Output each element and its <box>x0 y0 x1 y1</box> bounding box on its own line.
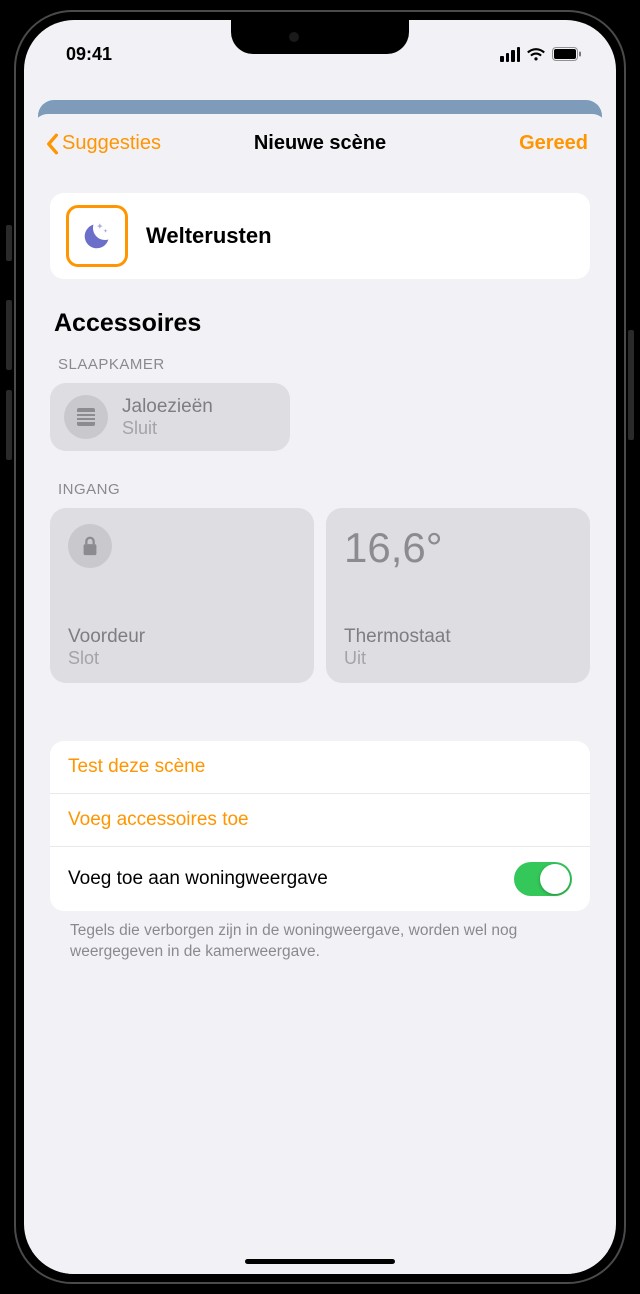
chevron-left-icon <box>44 133 60 155</box>
back-label: Suggesties <box>62 132 161 155</box>
back-button[interactable]: Suggesties <box>44 132 161 155</box>
nav-bar: Suggesties Nieuwe scène Gereed <box>32 118 608 165</box>
side-button-volume-down[interactable] <box>6 390 12 460</box>
accessory-tile-thermostat[interactable]: 16,6° Thermostaat Uit <box>326 508 590 683</box>
home-indicator[interactable] <box>245 1259 395 1264</box>
section-accessories-title: Accessoires <box>54 309 590 338</box>
tile-state: Sluit <box>122 418 213 439</box>
notch <box>231 20 409 54</box>
accessory-tile-blinds[interactable]: Jaloezieën Sluit <box>50 383 290 451</box>
cellular-icon <box>500 47 520 62</box>
group-label-entry: INGANG <box>58 481 590 498</box>
modal-sheet: Suggesties Nieuwe scène Gereed Welterust… <box>32 114 608 1274</box>
tile-name: Jaloezieën <box>122 396 213 418</box>
add-home-label: Voeg toe aan woningweergave <box>68 868 328 890</box>
add-accessories-button[interactable]: Voeg accessoires toe <box>50 794 590 847</box>
actions-card: Test deze scène Voeg accessoires toe Voe… <box>50 741 590 911</box>
test-scene-label: Test deze scène <box>68 756 205 778</box>
tile-name: Voordeur <box>68 626 296 648</box>
phone-frame: 09:41 Suggesties Nieuwe scèn <box>14 10 626 1284</box>
group-label-bedroom: SLAAPKAMER <box>58 356 590 373</box>
scene-icon-button[interactable] <box>66 205 128 267</box>
lock-icon <box>68 524 112 568</box>
status-time: 09:41 <box>66 44 112 65</box>
side-button-volume-up[interactable] <box>6 300 12 370</box>
tile-state: Slot <box>68 648 296 669</box>
battery-icon <box>552 47 582 61</box>
tile-state: Uit <box>344 648 572 669</box>
scene-name-label: Welterusten <box>146 223 272 249</box>
scene-name-card[interactable]: Welterusten <box>50 193 590 279</box>
wifi-icon <box>526 47 546 62</box>
accessory-tile-door[interactable]: Voordeur Slot <box>50 508 314 683</box>
screen: 09:41 Suggesties Nieuwe scèn <box>24 20 616 1274</box>
test-scene-button[interactable]: Test deze scène <box>50 741 590 794</box>
add-home-row: Voeg toe aan woningweergave <box>50 847 590 911</box>
side-button-silence[interactable] <box>6 225 12 261</box>
footer-note: Tegels die verborgen zijn in de woningwe… <box>50 911 590 963</box>
add-accessories-label: Voeg accessoires toe <box>68 809 249 831</box>
tile-name: Thermostaat <box>344 626 572 648</box>
done-button[interactable]: Gereed <box>519 132 588 155</box>
moon-icon <box>80 219 114 253</box>
side-button-power[interactable] <box>628 330 634 440</box>
add-home-toggle[interactable] <box>514 862 572 896</box>
tile-temperature: 16,6° <box>344 524 572 572</box>
blinds-icon <box>64 395 108 439</box>
